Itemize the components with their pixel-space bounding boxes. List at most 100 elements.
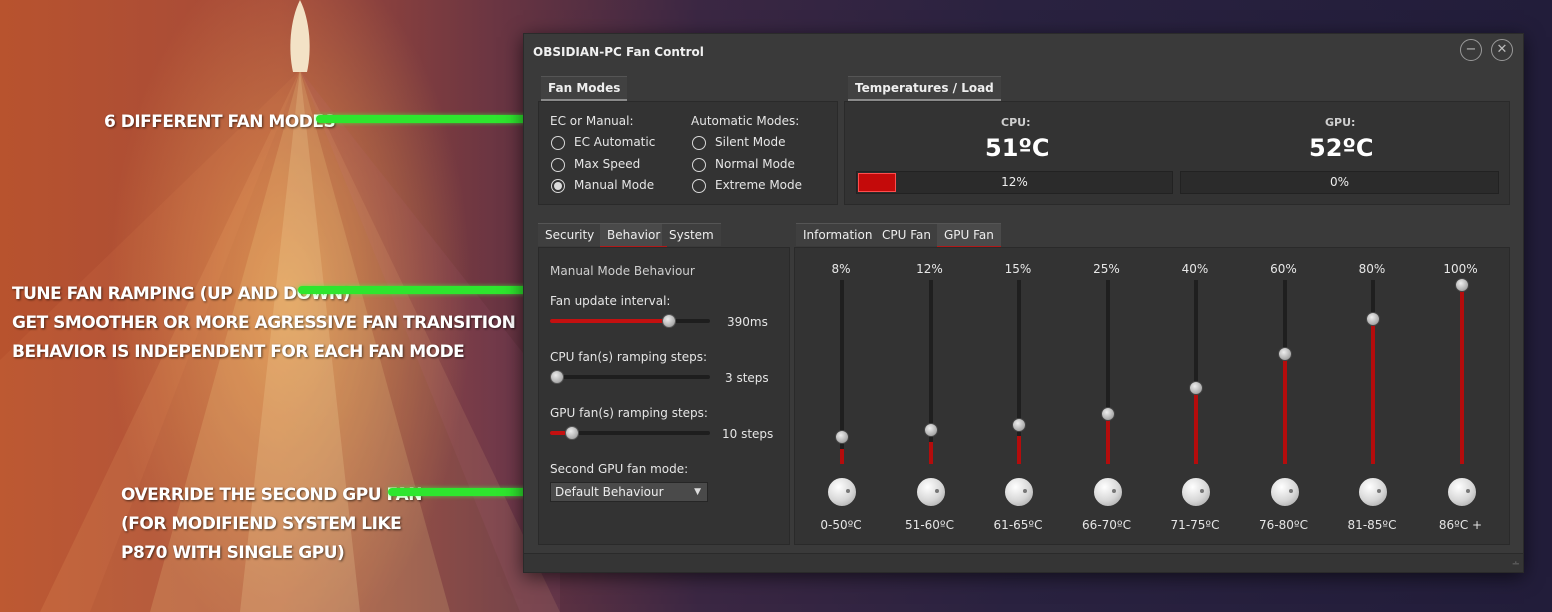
gpu-ramping-slider[interactable] (550, 426, 710, 440)
fan-speed-fill (1282, 353, 1287, 464)
fan-curve-point: 60% 76-80ºC (1240, 248, 1328, 544)
tab-system[interactable]: System (662, 223, 721, 246)
fan-speed-percent: 60% (1270, 262, 1297, 276)
update-interval-value: 390ms (727, 315, 768, 329)
fan-control-window: OBSIDIAN-PC Fan Control − ✕ Fan Modes EC… (523, 33, 1524, 573)
tab-security[interactable]: Security (538, 223, 602, 246)
radio-button[interactable] (551, 179, 565, 193)
radio-button[interactable] (551, 136, 565, 150)
knob-dial-icon[interactable] (1181, 477, 1211, 507)
fan-speed-handle[interactable] (923, 423, 938, 438)
fan-speed-percent: 8% (831, 262, 851, 276)
tab-information[interactable]: Information (796, 223, 880, 246)
fan-speed-handle[interactable] (1012, 418, 1026, 433)
temperature-range: 61-65ºC (993, 518, 1043, 532)
slider-handle[interactable] (662, 314, 677, 328)
fan-speed-percent: 25% (1093, 262, 1120, 276)
automatic-modes-heading: Automatic Modes: (691, 114, 800, 128)
gpu-temperature: 52ºC (1309, 134, 1374, 162)
fan-speed-slider[interactable] (1100, 280, 1115, 464)
fan-speed-handle[interactable] (1454, 278, 1469, 292)
temperatures-panel: CPU: 51ºC 12% GPU: 52ºC 0% (844, 101, 1510, 205)
cpu-temperature: 51ºC (985, 134, 1050, 162)
knob-dial-icon[interactable] (1269, 477, 1300, 507)
fan-speed-handle[interactable] (835, 430, 849, 445)
gpu-label: GPU: (1325, 116, 1356, 129)
slider-fill (550, 319, 672, 323)
fan-speed-percent: 15% (1004, 262, 1032, 276)
fan-speed-slider[interactable] (1277, 280, 1292, 464)
slider-handle[interactable] (550, 370, 564, 384)
annotation-line: Override the second GPU fan (121, 485, 423, 505)
knob-dial-icon[interactable] (827, 477, 857, 507)
tab-fan-modes[interactable]: Fan Modes (541, 76, 628, 101)
radio-button[interactable] (692, 157, 706, 172)
temperature-range: 51-60ºC (905, 518, 954, 532)
radio-button[interactable] (551, 157, 565, 172)
gpu-load-text: 0% (1329, 175, 1350, 189)
update-interval-slider[interactable] (550, 314, 710, 328)
radio-label[interactable]: Max Speed (574, 157, 640, 171)
resize-grip-icon[interactable]: ∸ (1512, 559, 1520, 570)
annotation-line: (for modifiend system like (121, 514, 402, 534)
connector-line (388, 488, 538, 496)
window-title: OBSIDIAN-PC Fan Control (533, 45, 704, 59)
fan-speed-handle[interactable] (1277, 346, 1292, 361)
fan-speed-percent: 100% (1443, 262, 1478, 276)
fan-speed-slider[interactable] (835, 280, 849, 464)
radio-label[interactable]: Normal Mode (715, 157, 795, 171)
connector-line (316, 115, 542, 123)
slider-handle[interactable] (564, 426, 579, 440)
annotation-line: behavior is independent for each fan mod… (12, 342, 465, 362)
fan-curve-point: 40% 71-75ºC (1151, 248, 1239, 544)
fan-speed-slider[interactable] (1454, 278, 1469, 464)
gpu-ramping-value: 10 steps (722, 427, 774, 441)
second-gpu-mode-value: Default Behaviour (555, 485, 664, 499)
title-bar[interactable]: OBSIDIAN-PC Fan Control − ✕ (524, 34, 1523, 68)
annotation-line: P870 with single GPU) (121, 543, 345, 563)
knob-dial-icon[interactable] (1446, 477, 1477, 507)
close-icon[interactable]: ✕ (1491, 39, 1513, 61)
radio-button[interactable] (692, 179, 706, 193)
behavior-panel: Manual Mode Behaviour Fan update interva… (538, 247, 790, 545)
connector-line (298, 286, 542, 294)
fan-speed-handle[interactable] (1366, 312, 1380, 327)
fan-speed-fill (928, 441, 933, 464)
radio-label[interactable]: Manual Mode (574, 178, 654, 192)
fan-speed-slider[interactable] (1366, 280, 1380, 464)
update-interval-label: Fan update interval: (550, 294, 671, 308)
radio-label[interactable]: Silent Mode (715, 135, 786, 149)
tab-temperatures[interactable]: Temperatures / Load (848, 76, 1001, 101)
fan-speed-percent: 80% (1358, 262, 1386, 276)
minimize-icon[interactable]: − (1460, 39, 1482, 61)
gpu-load-bar: 0% (1180, 171, 1499, 194)
slider-fill (550, 431, 566, 435)
ec-manual-heading: EC or Manual: (550, 114, 634, 128)
temperature-range: 71-75ºC (1170, 518, 1220, 532)
knob-dial-icon[interactable] (1004, 477, 1034, 507)
cpu-ramping-slider[interactable] (550, 370, 710, 384)
gpu-ramping-label: GPU fan(s) ramping steps: (550, 406, 708, 420)
tab-cpu-fan[interactable]: CPU Fan (875, 223, 938, 246)
fan-speed-slider[interactable] (1012, 280, 1026, 464)
annotation-gpu-override: Override the second GPU fan (for modifie… (121, 481, 423, 568)
fan-speed-slider[interactable] (923, 280, 938, 464)
fan-curve-point: 15% 61-65ºC (974, 248, 1062, 544)
cpu-load-text: 12% (1001, 175, 1028, 189)
gpu-fan-curve-panel: 8% 0-50ºC 12% 51-60ºC 15% 61-65ºC 25% 66-70ºC 40… (794, 247, 1510, 545)
knob-dial-icon[interactable] (915, 477, 946, 507)
radio-label[interactable]: EC Automatic (574, 135, 655, 149)
fan-speed-slider[interactable] (1189, 280, 1203, 464)
fan-speed-handle[interactable] (1100, 407, 1115, 421)
knob-dial-icon[interactable] (1092, 477, 1123, 507)
knob-dial-icon[interactable] (1358, 477, 1388, 507)
fan-speed-handle[interactable] (1189, 381, 1203, 396)
second-gpu-mode-select[interactable]: Default Behaviour ▼ (550, 482, 708, 502)
fan-modes-panel: EC or Manual: Automatic Modes: EC Automa… (538, 101, 838, 205)
tab-gpu-fan[interactable]: GPU Fan (937, 223, 1001, 248)
radio-button[interactable] (692, 136, 706, 150)
fan-speed-percent: 40% (1181, 262, 1209, 276)
fan-speed-percent: 12% (916, 262, 943, 276)
tab-behavior[interactable]: Behavior (600, 223, 668, 248)
radio-label[interactable]: Extreme Mode (715, 178, 802, 192)
